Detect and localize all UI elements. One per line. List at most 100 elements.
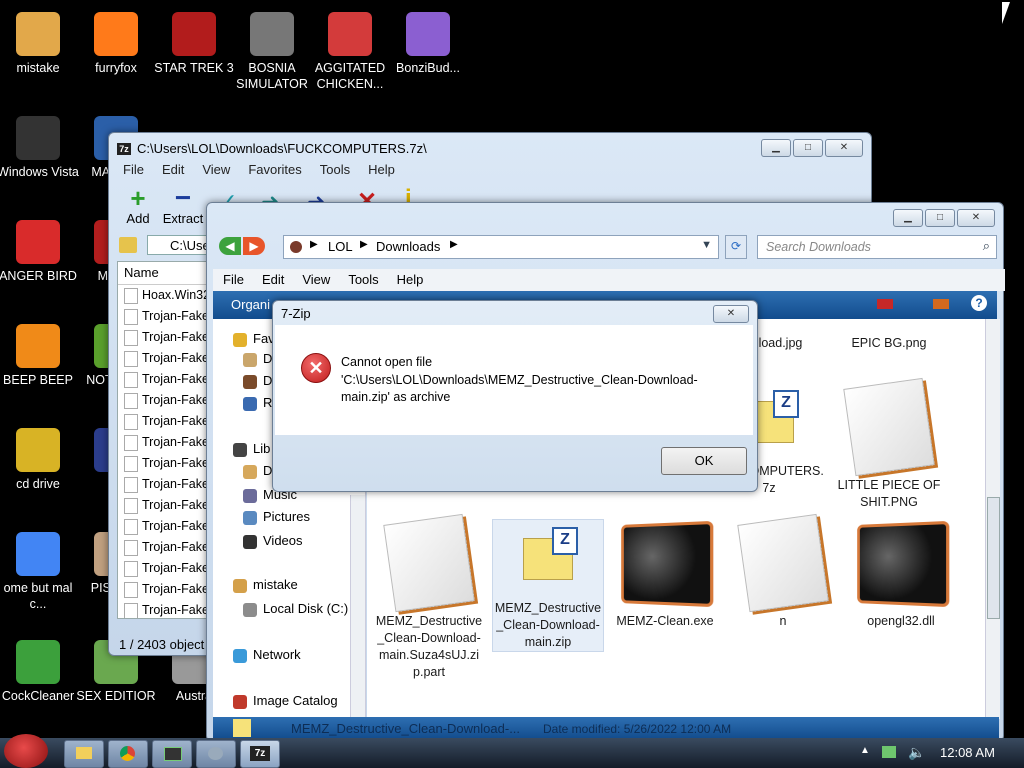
file-item[interactable]: MEMZ-Clean.exe: [610, 519, 720, 630]
list-item[interactable]: Trojan-Fake: [118, 474, 218, 495]
close-button[interactable]: ✕: [957, 209, 995, 227]
maximize-button[interactable]: □: [793, 139, 823, 157]
address-bar[interactable]: ▶ LOL ▶ Downloads ▶ ▼: [283, 235, 719, 259]
file-item[interactable]: LITTLE PIECE OF SHIT.PNG: [834, 377, 944, 511]
list-item[interactable]: Trojan-Fake: [118, 411, 218, 432]
sidebar-item[interactable]: Lib: [233, 441, 270, 457]
list-item[interactable]: Trojan-Fake: [118, 579, 218, 600]
chevron-down-icon[interactable]: ▼: [701, 239, 712, 251]
file-area-scrollbar[interactable]: [985, 319, 1000, 719]
desktop-icon[interactable]: cd drive: [0, 428, 79, 492]
list-item[interactable]: Trojan-Fake: [118, 537, 218, 558]
nav-scrollbar[interactable]: [350, 495, 365, 719]
file-item[interactable]: opengl32.dll: [846, 519, 956, 630]
taskbar-chrome-button[interactable]: [108, 740, 148, 768]
list-item-label: Trojan-Fake: [142, 309, 209, 323]
sidebar-item[interactable]: Pictures: [243, 509, 310, 525]
folder-options-icon[interactable]: [933, 299, 949, 309]
volume-icon[interactable]: 🔈: [908, 744, 925, 761]
maximize-button[interactable]: □: [925, 209, 955, 227]
back-button[interactable]: ◀: [219, 237, 241, 255]
menu-item[interactable]: Edit: [162, 162, 184, 177]
sidebar-item[interactable]: D: [243, 463, 272, 479]
extract-button[interactable]: − Extract: [161, 184, 205, 227]
sidebar-item[interactable]: Fav: [233, 331, 275, 347]
taskbar-app-button[interactable]: [152, 740, 192, 768]
taskbar-explorer-button[interactable]: [64, 740, 104, 768]
sidebar-item-icon: [243, 352, 257, 367]
list-item[interactable]: Trojan-Fake: [118, 432, 218, 453]
menu-item[interactable]: Help: [368, 162, 395, 177]
taskbar-7zip-button[interactable]: 7z: [240, 740, 280, 768]
desktop-icon[interactable]: AGGITATED CHICKEN...: [309, 12, 391, 92]
menu-item[interactable]: Edit: [262, 269, 284, 291]
sidebar-item[interactable]: R: [243, 395, 272, 411]
minimize-button[interactable]: ▁: [893, 209, 923, 227]
breadcrumb-downloads[interactable]: Downloads: [376, 239, 440, 254]
show-hidden-icons[interactable]: ▲: [860, 745, 870, 756]
refresh-button[interactable]: ⟳: [725, 235, 747, 259]
help-icon[interactable]: ?: [971, 295, 987, 311]
list-item[interactable]: Trojan-Fake: [118, 558, 218, 579]
search-placeholder: Search Downloads: [766, 240, 871, 254]
sidebar-item[interactable]: Image Catalog: [233, 693, 338, 709]
file-item[interactable]: n: [728, 513, 838, 630]
monitor-icon: [164, 747, 182, 761]
menu-item[interactable]: File: [223, 269, 244, 291]
file-item[interactable]: MEMZ_Destructive_Clean-Download-main.Suz…: [374, 513, 484, 681]
clock[interactable]: 12:08 AM: [940, 745, 995, 760]
forward-button[interactable]: ▶: [243, 237, 265, 255]
organize-button[interactable]: Organi: [231, 297, 270, 312]
menu-item[interactable]: File: [123, 162, 144, 177]
desktop-icon[interactable]: BOSNIA SIMULATOR: [231, 12, 313, 92]
list-item[interactable]: Trojan-Fake: [118, 369, 218, 390]
menu-item[interactable]: Tools: [348, 269, 378, 291]
sidebar-item-icon: [243, 534, 257, 549]
list-item[interactable]: Trojan-Fake: [118, 348, 218, 369]
breadcrumb-lol[interactable]: LOL: [328, 239, 353, 254]
list-item[interactable]: Trojan-Fake: [118, 495, 218, 516]
start-button[interactable]: [4, 734, 48, 768]
desktop-icon[interactable]: ome but mal c...: [0, 532, 79, 612]
menu-item[interactable]: Favorites: [248, 162, 301, 177]
desktop-icon[interactable]: BEEP BEEP: [0, 324, 79, 388]
menu-item[interactable]: View: [302, 269, 330, 291]
menu-item[interactable]: Tools: [320, 162, 350, 177]
column-header-name[interactable]: Name: [118, 262, 218, 285]
menu-item[interactable]: View: [202, 162, 230, 177]
file-item[interactable]: MEMZ_Destructive_Clean-Download-main.zip: [492, 519, 604, 652]
list-item[interactable]: Trojan-Fake: [118, 306, 218, 327]
list-item[interactable]: Hoax.Win32: [118, 285, 218, 306]
list-item[interactable]: Trojan-Fake: [118, 516, 218, 537]
sidebar-item[interactable]: D: [243, 373, 272, 389]
list-item[interactable]: Trojan-Fake: [118, 453, 218, 474]
close-button[interactable]: ✕: [825, 139, 863, 157]
list-item[interactable]: Trojan-Fake: [118, 600, 218, 618]
menu-item[interactable]: Help: [397, 269, 424, 291]
sidebar-item[interactable]: mistake: [233, 577, 298, 593]
desktop-icon[interactable]: furryfox: [75, 12, 157, 76]
list-item[interactable]: Trojan-Fake: [118, 327, 218, 348]
views-icon[interactable]: [877, 299, 893, 309]
desktop-icon[interactable]: Windows Vista: [0, 116, 79, 180]
scroll-thumb[interactable]: [987, 497, 1000, 619]
minimize-button[interactable]: ▁: [761, 139, 791, 157]
taskbar-app-button[interactable]: [196, 740, 236, 768]
sidebar-item[interactable]: Local Disk (C:): [243, 601, 348, 617]
desktop-icon[interactable]: BonziBud...: [387, 12, 469, 76]
add-button[interactable]: + Add: [121, 185, 155, 226]
desktop-icon[interactable]: CockCleaner: [0, 640, 79, 704]
up-folder-icon[interactable]: [119, 237, 137, 253]
sidebar-item[interactable]: Network: [233, 647, 301, 663]
desktop-icon[interactable]: mistake: [0, 12, 79, 76]
ok-button[interactable]: OK: [661, 447, 747, 475]
list-item[interactable]: Trojan-Fake: [118, 390, 218, 411]
desktop-icon[interactable]: STAR TREK 3: [153, 12, 235, 76]
search-input[interactable]: Search Downloads ⌕: [757, 235, 997, 259]
desktop-icon[interactable]: ANGER BIRD: [0, 220, 79, 284]
sidebar-item[interactable]: D: [243, 351, 272, 367]
file-item[interactable]: EPIC BG.png: [834, 319, 944, 352]
network-icon[interactable]: [882, 746, 896, 758]
sidebar-item[interactable]: Videos: [243, 533, 303, 549]
close-button[interactable]: ✕: [713, 305, 749, 323]
